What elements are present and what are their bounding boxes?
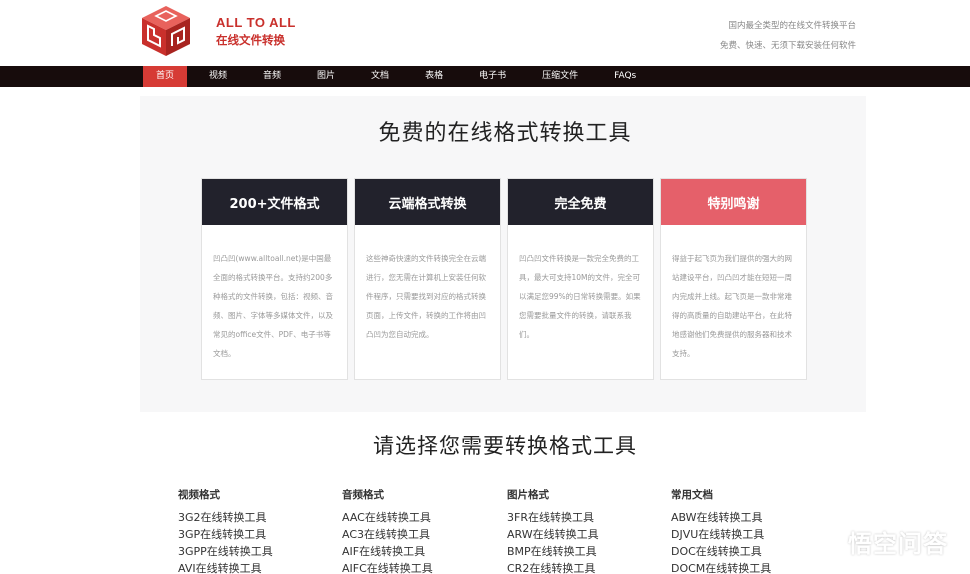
tool-link[interactable]: AAC在线转换工具 (342, 509, 502, 526)
nav-item-video[interactable]: 视频 (197, 66, 239, 87)
column-title: 视频格式 (178, 489, 220, 501)
nav-item-audio[interactable]: 音频 (251, 66, 293, 87)
column-title: 音频格式 (342, 489, 384, 501)
card-title: 200+文件格式 (202, 179, 347, 225)
tagline-line-1: 国内最全类型的在线文件转换平台 (728, 21, 856, 31)
watermark: 悟空问答 (812, 524, 948, 559)
feature-card-free: 完全免费 凹凸凹文件转换是一款完全免费的工具，最大可支持10M的文件，完全可以满… (507, 178, 654, 380)
card-text: 得益于起飞页为我们提供的强大的网站建设平台，凹凸凹才能在短短一周内完成并上线。起… (672, 254, 792, 358)
card-title: 云端格式转换 (355, 179, 500, 225)
tool-link[interactable]: 3FR在线转换工具 (507, 509, 667, 526)
brand[interactable]: ALL TO ALL 在线文件转换 (216, 15, 296, 48)
tool-link[interactable]: DOC在线转换工具 (671, 543, 831, 560)
tool-link[interactable]: AIF在线转换工具 (342, 543, 502, 560)
tool-link[interactable]: CR2在线转换工具 (507, 560, 667, 574)
tool-link[interactable]: ARW在线转换工具 (507, 526, 667, 543)
tool-link[interactable]: 3G2在线转换工具 (178, 509, 338, 526)
feature-card-cloud: 云端格式转换 这些神奇快速的文件转换完全在云端进行，您无需在计算机上安装任何软件… (354, 178, 501, 380)
card-text: 凹凸凹文件转换是一款完全免费的工具，最大可支持10M的文件，完全可以满足您99%… (519, 254, 641, 339)
brand-name-cn: 在线文件转换 (216, 33, 285, 47)
tool-column-audio: 音频格式 AAC在线转换工具 AC3在线转换工具 AIF在线转换工具 AIFC在… (342, 485, 502, 574)
card-title: 特别鸣谢 (661, 179, 806, 225)
brand-name-en: ALL TO ALL (216, 15, 296, 30)
feature-card-thanks: 特别鸣谢 得益于起飞页为我们提供的强大的网站建设平台，凹凸凹才能在短短一周内完成… (660, 178, 807, 380)
card-title: 完全免费 (508, 179, 653, 225)
tool-link[interactable]: DOCM在线转换工具 (671, 560, 831, 574)
logo-icon[interactable] (140, 4, 192, 58)
tagline: 国内最全类型的在线文件转换平台 免费、快速、无须下载安装任何软件 (720, 16, 856, 56)
tool-link[interactable]: 3GPP在线转换工具 (178, 543, 338, 560)
tool-link[interactable]: 3GP在线转换工具 (178, 526, 338, 543)
nav-item-faqs[interactable]: FAQs (602, 66, 648, 87)
tool-column-video: 视频格式 3G2在线转换工具 3GP在线转换工具 3GPP在线转换工具 AVI在… (178, 485, 338, 574)
watermark-text: 悟空问答 (848, 530, 948, 558)
tool-link[interactable]: BMP在线转换工具 (507, 543, 667, 560)
nav-item-image[interactable]: 图片 (305, 66, 347, 87)
nav-item-spreadsheet[interactable]: 表格 (413, 66, 455, 87)
section-title-choose-tool: 请选择您需要转换格式工具 (373, 434, 637, 458)
nav-item-ebook[interactable]: 电子书 (467, 66, 518, 87)
tool-link[interactable]: AIFC在线转换工具 (342, 560, 502, 574)
nav-item-home[interactable]: 首页 (143, 66, 187, 87)
speech-bubble-icon (812, 530, 842, 553)
tool-link[interactable]: AVI在线转换工具 (178, 560, 338, 574)
tool-link[interactable]: AC3在线转换工具 (342, 526, 502, 543)
card-text: 凹凸凹(www.alltoall.net)是中国最全面的格式转换平台。支持约20… (213, 254, 333, 358)
nav-item-document[interactable]: 文档 (359, 66, 401, 87)
tool-column-documents: 常用文档 ABW在线转换工具 DJVU在线转换工具 DOC在线转换工具 DOCM… (671, 485, 831, 574)
site-header: ALL TO ALL 在线文件转换 国内最全类型的在线文件转换平台 免费、快速、… (0, 0, 970, 66)
nav-item-archive[interactable]: 压缩文件 (530, 66, 590, 87)
tool-link[interactable]: ABW在线转换工具 (671, 509, 831, 526)
tool-link[interactable]: DJVU在线转换工具 (671, 526, 831, 543)
tool-column-image: 图片格式 3FR在线转换工具 ARW在线转换工具 BMP在线转换工具 CR2在线… (507, 485, 667, 574)
feature-card-formats: 200+文件格式 凹凸凹(www.alltoall.net)是中国最全面的格式转… (201, 178, 348, 380)
column-title: 图片格式 (507, 489, 549, 501)
section-title-free-tools: 免费的在线格式转换工具 (378, 121, 632, 146)
card-text: 这些神奇快速的文件转换完全在云端进行，您无需在计算机上安装任何软件程序，只需要找… (366, 254, 486, 339)
main-nav: 首页 视频 音频 图片 文档 表格 电子书 压缩文件 FAQs (0, 66, 970, 87)
tagline-line-2: 免费、快速、无须下载安装任何软件 (719, 41, 856, 51)
column-title: 常用文档 (671, 489, 713, 501)
